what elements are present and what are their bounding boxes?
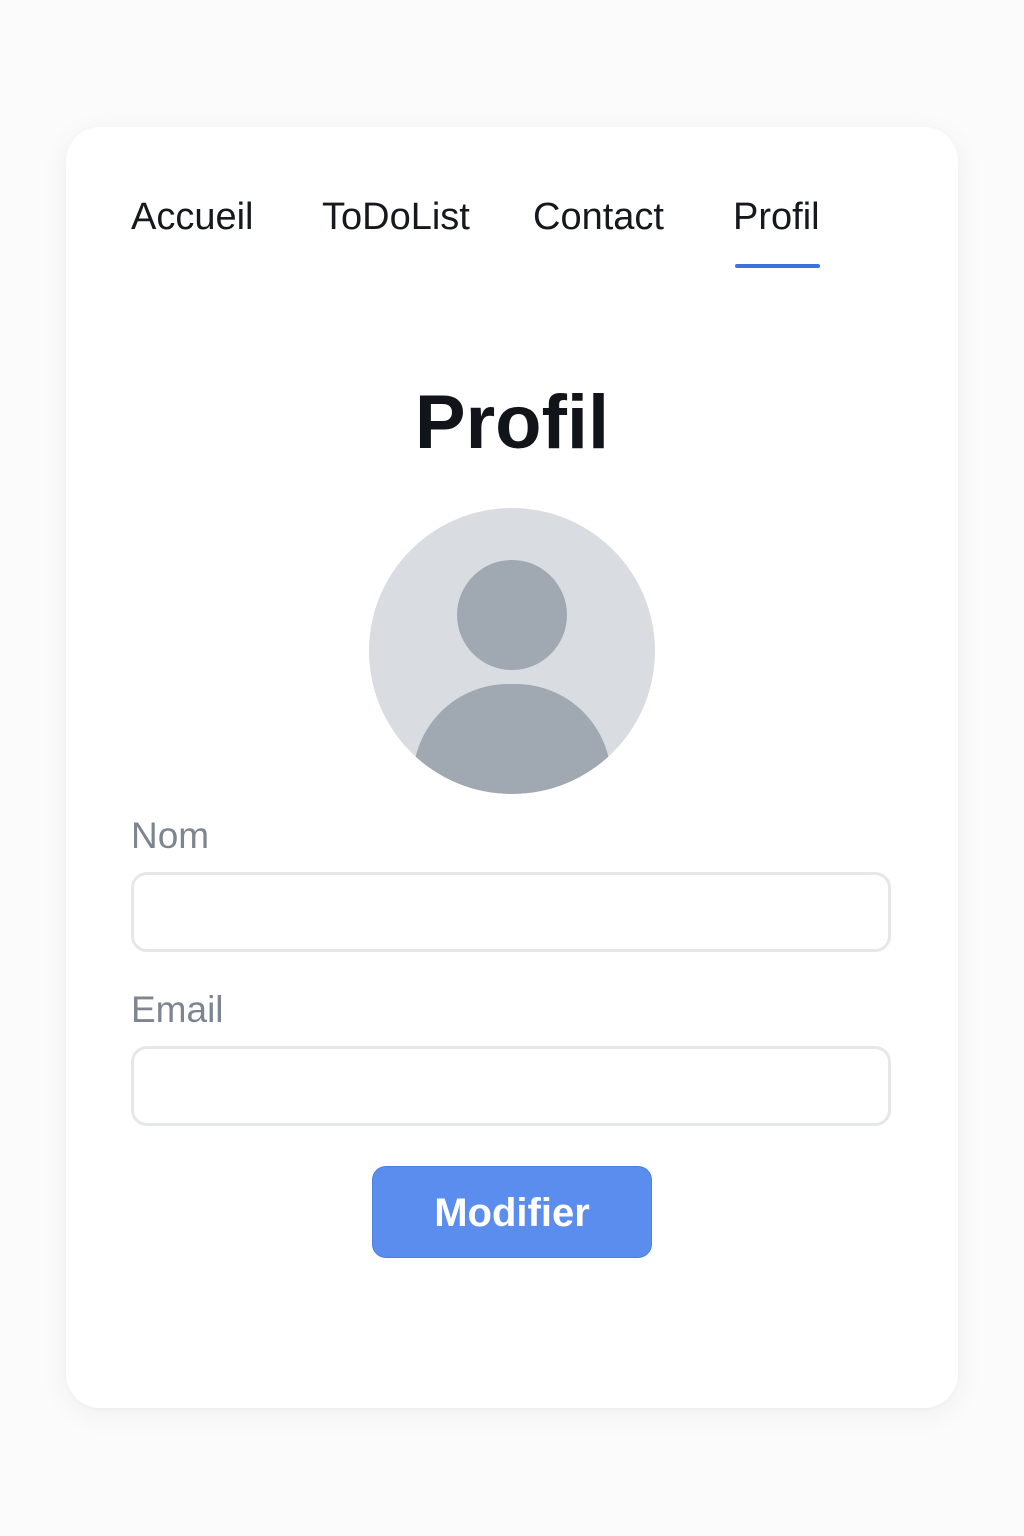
avatar-head xyxy=(457,560,567,670)
name-input[interactable] xyxy=(131,872,891,952)
email-label: Email xyxy=(131,989,224,1030)
modify-button[interactable]: Modifier xyxy=(372,1166,652,1258)
page-title: Profil xyxy=(414,380,610,465)
user-placeholder-icon[interactable] xyxy=(369,508,655,794)
avatar-body xyxy=(413,684,611,794)
nav-item-todolist[interactable]: ToDoList xyxy=(322,193,470,241)
nav-item-contact[interactable]: Contact xyxy=(533,193,664,241)
email-input[interactable] xyxy=(131,1046,891,1126)
nav-item-accueil[interactable]: Accueil xyxy=(131,193,254,241)
nav-item-profil[interactable]: Profil xyxy=(733,193,820,268)
name-label: Nom xyxy=(131,815,210,856)
